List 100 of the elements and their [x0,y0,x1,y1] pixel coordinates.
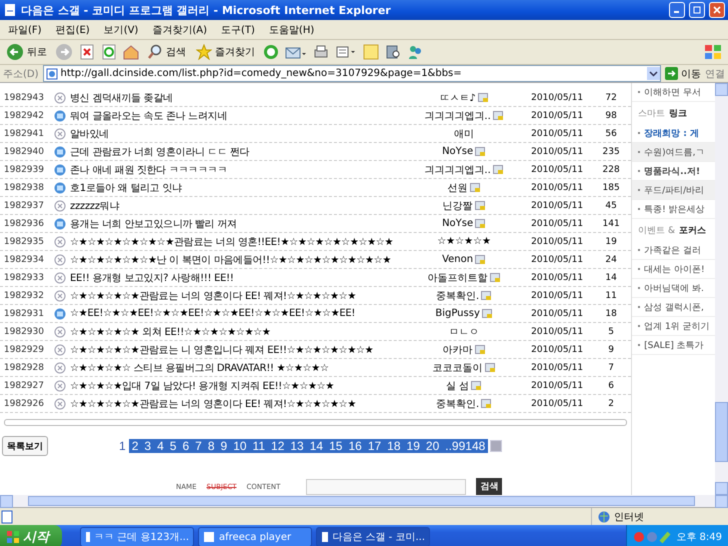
author-name[interactable]: BigPussy [435,308,480,319]
author-name[interactable]: ㄸㅅㅌ♪ [439,90,476,104]
post-title[interactable]: EE!! 용개형 보고있지? 사랑해!!! EE!! [70,270,406,284]
print-icon[interactable] [313,44,329,60]
author-name[interactable]: 긔긔긔긔엡긔.. [424,108,491,122]
post-date: 2010/05/11 [530,182,584,192]
author-name[interactable]: NoYse [442,218,474,229]
page-link[interactable]: 14 [306,439,326,453]
page-link[interactable]: 2 [128,439,142,453]
page-link[interactable]: 3 [141,439,154,453]
page-link[interactable]: 4 [154,439,167,453]
sidebar-link[interactable]: 푸드/파티/바리 [632,181,715,200]
search-button[interactable]: 검색 [476,478,502,495]
view-count: 72 [604,92,618,102]
page-link[interactable]: 16 [345,439,365,453]
post-title[interactable]: ☆★☆★☆★☆★☆★난 이 복면이 마음에들어!!☆★☆★☆★☆★☆★☆★☆★ [70,252,406,266]
search-field[interactable] [306,478,466,494]
author-name[interactable]: 중복확인. [436,288,480,302]
taskbar-button[interactable]: 다음은 스갤 - 코미... [316,527,430,546]
address-field[interactable]: http://gall.dcinside.com/list.php?id=comedy_new&no=3107929&page=1&bbs= [42,65,661,82]
page-link[interactable]: 8 [204,439,218,453]
author-name[interactable]: 코코코돌이 [432,360,483,374]
page-link[interactable]: 18 [384,439,404,453]
home-icon[interactable] [123,44,139,60]
tray-icons-drawing[interactable] [633,530,674,544]
post-date: 2010/05/11 [530,110,584,120]
author-name[interactable]: 애미 [454,126,474,140]
maximize-button[interactable] [689,2,705,18]
menu-item[interactable]: 도구(T) [221,22,255,36]
author-name[interactable]: 긔긔긔긔엡긔.. [424,162,491,176]
page-link[interactable]: 11 [250,439,268,453]
post-title[interactable]: zzzzzz뭐냐 [70,198,406,212]
page-link[interactable]: 6 [179,439,192,453]
close-button[interactable] [709,2,725,18]
scroll-left-button[interactable] [0,495,13,508]
post-title[interactable]: ☆★☆★☆★☆★관람료는 너의 영혼이다 EE! 꿰져!☆★☆★☆★☆★ [70,396,406,410]
go-button[interactable]: 이동 [665,66,701,80]
page-link[interactable]: 9 [218,439,230,453]
page-link[interactable]: 17 [364,439,384,453]
author-name[interactable]: Venon [442,254,474,265]
horizontal-scrollbar-thumb[interactable] [28,496,695,506]
post-title[interactable]: ☆★☆★☆★☆★관람료는 너의 영혼이다 EE! 꿰져!☆★☆★☆★☆★ [70,288,406,302]
taskbar-button[interactable]: afreeca player [198,527,312,546]
post-title[interactable]: ☆★☆★☆★☆★☆★☆★관람료는 너의 영혼!!EE!★☆★☆★☆★☆★☆★☆★ [70,234,406,248]
search-button[interactable]: 검색 [145,44,188,60]
post-date: 2010/05/11 [530,362,584,372]
list-view-button[interactable]: 목록보기 [2,436,48,456]
menu-item[interactable]: 즐겨찾기(A) [152,22,207,36]
page-link[interactable]: 15 [326,439,346,453]
author-name[interactable]: 닌강짤 [442,198,473,212]
post-title[interactable]: ☆★EE!☆★☆★EE!☆★☆★EE!☆★☆★EE!☆★☆★EE!☆★☆★EE! [70,308,406,319]
post-title[interactable]: ☆★☆★☆★☆★관람료는 니 영혼입니다 꿰져 EE!!☆★☆★☆★☆★☆★ [70,342,406,356]
menu-item[interactable]: 편집(E) [56,22,90,36]
post-title[interactable]: ☆★☆★☆★☆ 스티브 용필버그의 DRAVATAR!! ★☆★☆★☆ [70,360,406,374]
favorites-button[interactable]: 즐겨찾기 [194,44,257,60]
post-title[interactable]: ☆★☆★☆★입대 7일 남았다! 용개형 지켜줘 EE!!☆★☆★☆★ [70,378,406,392]
page-link[interactable]: 5 [166,439,180,453]
page-link[interactable]: 10 [230,439,250,453]
messenger-icon[interactable] [407,44,423,60]
stop-icon[interactable] [79,44,95,60]
post-title[interactable]: ☆★☆★☆★☆★ 외쳐 EE!!☆★☆★☆★☆★☆★ [70,324,406,338]
post-title[interactable]: 병신 겜덕새끼들 좆갈네 [70,90,406,104]
author-name[interactable]: 실 섬 [446,378,470,392]
post-title[interactable]: 존나 애네 패원 짓한다 ㅋㅋㅋㅋㅋㅋ [70,162,406,176]
page-link[interactable]: 1 [116,439,129,453]
author-name[interactable]: 아돌프히트할 [428,270,488,284]
minimize-button[interactable] [669,2,685,18]
page-link[interactable]: 12 [268,439,288,453]
scroll-right-button[interactable] [715,495,728,508]
dropdown-icon[interactable] [647,67,660,80]
post-title[interactable]: 알바있네 [70,126,406,140]
taskbar-button[interactable]: ㅋㅋ 근데 용123개... [80,527,194,546]
back-button[interactable]: 뒤로 [4,43,49,61]
post-title[interactable]: 호1로들아 왜 털리고 잇냐 [70,180,406,194]
page-link[interactable]: 13 [287,439,307,453]
author-name[interactable]: 중복확인. [436,396,480,410]
scroll-down-button[interactable] [715,482,728,495]
edit-icon[interactable] [335,44,357,60]
author-name[interactable]: ㅁㄴㅇ [449,324,480,338]
page-link[interactable]: 7 [192,439,205,453]
links-label[interactable]: 연결 [705,66,725,80]
post-title[interactable]: 용개는 너희 안보고있으니까 빨리 꺼져 [70,216,406,230]
page-link[interactable]: 20 [422,439,442,453]
author-name[interactable]: ☆★☆★☆★ [437,236,491,247]
post-title[interactable]: 근데 관람료가 너희 영혼이라니 ㄷㄷ 쩐다 [70,144,406,158]
page-icon [3,3,17,17]
author-name[interactable]: 아카마 [442,342,473,356]
author-name[interactable]: NoYse [442,146,474,157]
scrollbar-thumb[interactable] [715,402,728,462]
menu-item[interactable]: 파일(F) [8,22,42,36]
post-title[interactable]: 뭐여 글올라오는 속도 존나 느려지네 [70,108,406,122]
sidebar-heading: 이벤트 & 포커스 [637,224,707,238]
sidebar-link[interactable]: 수원)여드름,ㄱ [632,143,715,162]
author-name[interactable]: 선원 [448,180,468,194]
menu-item[interactable]: 도움말(H) [268,22,314,36]
page-link[interactable]: 19 [404,439,423,453]
forward-icon[interactable] [55,43,73,61]
menu-item[interactable]: 보기(V) [104,22,138,36]
scroll-up-button[interactable] [715,83,728,96]
page-link[interactable]: ..99148 [442,439,488,453]
